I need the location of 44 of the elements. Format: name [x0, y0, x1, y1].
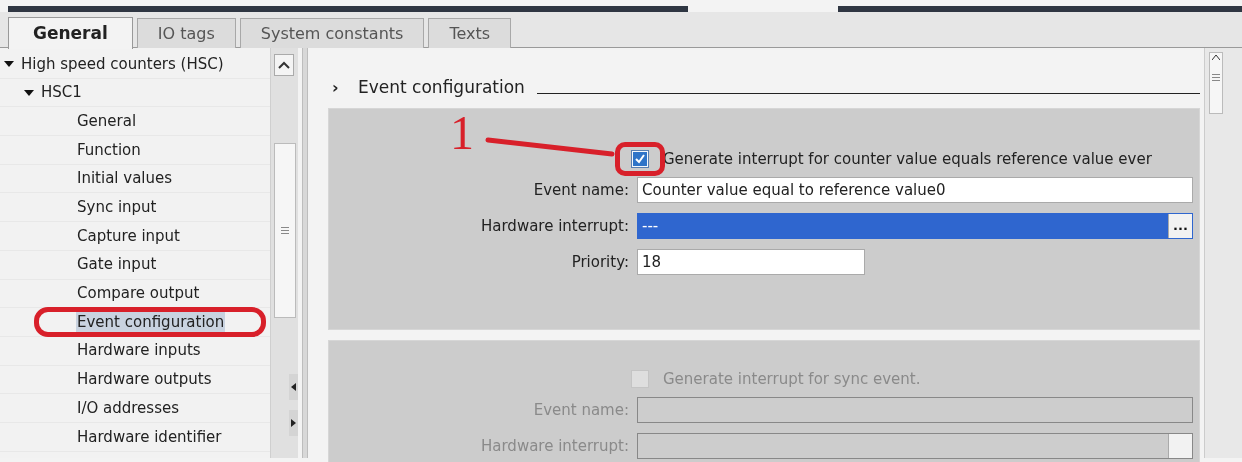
tree-item[interactable]: General — [76, 109, 138, 133]
field-label: Event name: — [532, 399, 630, 421]
scrollbar[interactable] — [270, 48, 298, 458]
field-label: Hardware interrupt: — [480, 215, 630, 237]
expanded-arrow-icon[interactable] — [4, 59, 14, 68]
tree-item[interactable]: High speed counters (HSC) — [20, 52, 225, 76]
checkbox[interactable] — [631, 150, 649, 168]
tab[interactable]: Texts — [428, 18, 512, 48]
tree-item[interactable]: Function — [76, 138, 142, 162]
browse-button[interactable]: ... — [1168, 214, 1192, 238]
tree-item[interactable]: Sync input — [76, 196, 158, 219]
expand-arrow[interactable]: › — [332, 76, 358, 100]
input-field[interactable]: Counter value equal to reference value0 — [637, 177, 1193, 203]
field-label: Priority: — [570, 251, 630, 273]
scroll-thumb[interactable] — [274, 143, 296, 318]
tree-item[interactable]: Hardware inputs — [76, 339, 202, 362]
scroll-right-icon[interactable] — [289, 410, 298, 436]
grip-icon — [1212, 74, 1220, 81]
tree-item[interactable]: Gate input — [76, 253, 158, 276]
tree-item[interactable]: Capture input — [76, 224, 181, 248]
tree-item[interactable]: Initial values — [76, 167, 174, 190]
expanded-arrow-icon[interactable] — [24, 88, 34, 97]
checkbox-label: Generate interrupt for sync event. — [663, 368, 921, 390]
tab[interactable]: System constants — [239, 18, 425, 48]
field-label: Event name: — [532, 179, 630, 201]
tree-item[interactable]: Hardware outputs — [76, 368, 213, 391]
field-label: Hardware interrupt: — [480, 435, 630, 457]
dropdown-field[interactable]: --- ... — [637, 213, 1193, 239]
section-title: Event configuration — [358, 76, 525, 100]
tree-item[interactable]: Hardware identifier — [76, 425, 223, 449]
annotation-number: 1 — [450, 109, 474, 157]
tab[interactable]: General — [8, 17, 133, 49]
tab[interactable]: IO tags — [136, 18, 236, 48]
grip-icon — [281, 227, 289, 234]
tree-item[interactable]: Compare output — [76, 282, 201, 305]
scroll-thumb[interactable] — [1209, 52, 1223, 114]
tree-item[interactable]: I/O addresses — [76, 396, 181, 420]
scrollbar[interactable] — [1204, 48, 1242, 458]
tree-item[interactable]: HSC1 — [40, 81, 83, 104]
scroll-up-icon[interactable] — [1212, 55, 1220, 60]
scroll-up-icon[interactable] — [274, 54, 294, 76]
checkbox-label: Generate interrupt for counter value equals reference value ever — [663, 148, 1152, 170]
input-field[interactable]: 18 — [637, 249, 865, 275]
scroll-left-icon[interactable] — [289, 374, 298, 400]
